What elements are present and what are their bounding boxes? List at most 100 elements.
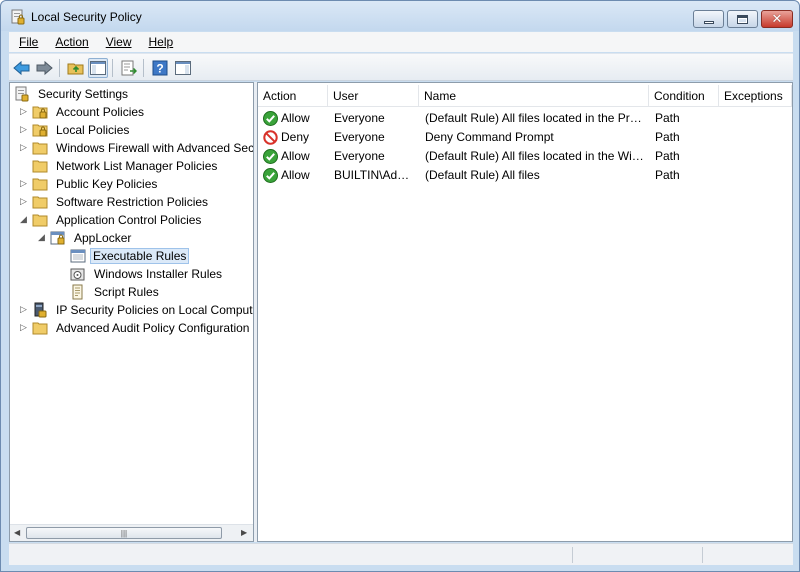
tree-item-account-policies[interactable]: ▷ Account Policies bbox=[20, 103, 148, 121]
tree-root-security-settings[interactable]: Security Settings bbox=[14, 85, 132, 103]
scroll-right-arrow-icon[interactable]: ▶ bbox=[241, 528, 249, 538]
folder-icon bbox=[32, 322, 48, 335]
column-header-name[interactable]: Name bbox=[419, 85, 649, 107]
cell-user: Everyone bbox=[334, 111, 385, 125]
allow-check-icon bbox=[263, 149, 278, 164]
cell-action: Allow bbox=[281, 149, 310, 163]
back-button[interactable] bbox=[12, 58, 32, 78]
title-bar[interactable]: Local Security Policy ✕ bbox=[1, 1, 799, 31]
tree-item-network-list-manager[interactable]: Network List Manager Policies bbox=[20, 157, 221, 175]
tree-item-public-key-policies[interactable]: ▷ Public Key Policies bbox=[20, 175, 161, 193]
cell-name: Deny Command Prompt bbox=[425, 130, 554, 144]
allow-check-icon bbox=[263, 111, 278, 126]
maximize-button[interactable] bbox=[727, 10, 758, 28]
cell-action: Deny bbox=[281, 130, 310, 144]
menu-file-label: File bbox=[19, 35, 39, 49]
menu-help-label: Help bbox=[148, 35, 174, 49]
cell-name: (Default Rule) All files bbox=[425, 168, 540, 182]
forward-button[interactable] bbox=[34, 58, 54, 78]
up-one-level-button[interactable] bbox=[66, 58, 86, 78]
show-hide-action-pane-button[interactable] bbox=[173, 58, 193, 78]
menu-file[interactable]: File bbox=[9, 35, 45, 49]
scroll-left-arrow-icon[interactable]: ◀ bbox=[14, 528, 22, 538]
column-header-user[interactable]: User bbox=[328, 85, 419, 107]
scrollbar-grip: ||| bbox=[120, 528, 128, 538]
cell-name: (Default Rule) All files located in the … bbox=[425, 149, 646, 163]
cell-name: (Default Rule) All files located in the … bbox=[425, 111, 646, 125]
script-icon bbox=[72, 284, 83, 300]
menu-action-label: Action bbox=[55, 35, 89, 49]
table-row[interactable]: Deny Everyone Deny Command Prompt Path bbox=[258, 128, 792, 147]
collapse-arrow-icon[interactable]: ◢ bbox=[38, 233, 47, 242]
up-folder-icon bbox=[67, 63, 84, 75]
locked-folder-icon bbox=[32, 106, 48, 119]
deny-icon bbox=[263, 130, 278, 145]
cell-condition: Path bbox=[655, 168, 680, 182]
maximize-icon bbox=[737, 14, 748, 24]
cell-condition: Path bbox=[655, 149, 680, 163]
expand-arrow-icon[interactable]: ▷ bbox=[20, 143, 29, 152]
help-button[interactable]: ? bbox=[150, 58, 170, 78]
tree-item-local-policies[interactable]: ▷ Local Policies bbox=[20, 121, 133, 139]
close-button[interactable]: ✕ bbox=[761, 10, 793, 28]
minimize-button[interactable] bbox=[693, 10, 724, 28]
cell-condition: Path bbox=[655, 111, 680, 125]
menu-help[interactable]: Help bbox=[139, 35, 181, 49]
tree-item-label: Software Restriction Policies bbox=[56, 195, 209, 209]
svg-text:?: ? bbox=[156, 62, 163, 76]
expand-arrow-icon[interactable]: ▷ bbox=[20, 107, 29, 116]
security-policy-icon bbox=[11, 9, 25, 25]
toolbar: ? bbox=[9, 53, 793, 81]
close-icon: ✕ bbox=[771, 11, 783, 26]
tree-item-application-control-policies[interactable]: ◢ Application Control Policies bbox=[20, 211, 205, 229]
tree-item-windows-firewall[interactable]: ▷ Windows Firewall with Advanced Securit… bbox=[20, 139, 253, 157]
cell-exceptions bbox=[725, 128, 790, 147]
expand-arrow-icon[interactable]: ▷ bbox=[20, 197, 29, 206]
cell-exceptions bbox=[725, 109, 790, 128]
tree-item-label: Account Policies bbox=[56, 105, 145, 119]
cell-user: Everyone bbox=[334, 130, 385, 144]
toolbar-separator bbox=[59, 59, 60, 77]
app-window: Local Security Policy ✕ File Action View… bbox=[0, 0, 800, 572]
export-list-button[interactable] bbox=[119, 58, 139, 78]
status-bar bbox=[9, 543, 793, 565]
toolbar-separator bbox=[143, 59, 144, 77]
cell-exceptions bbox=[725, 166, 790, 185]
tree-item-executable-rules[interactable]: Executable Rules bbox=[70, 247, 190, 265]
tree-item-ip-security-policies[interactable]: ▷ IP Security Policies on Local Computer bbox=[20, 301, 253, 319]
show-action-pane-icon bbox=[175, 61, 191, 75]
table-row[interactable]: Allow BUILTIN\Administrators (Default Ru… bbox=[258, 166, 792, 185]
window-title: Local Security Policy bbox=[31, 10, 142, 24]
expand-arrow-icon[interactable]: ▷ bbox=[20, 305, 29, 314]
scrollbar-thumb[interactable]: ||| bbox=[26, 527, 222, 539]
tree-item-windows-installer-rules[interactable]: Windows Installer Rules bbox=[70, 265, 226, 283]
table-row[interactable]: Allow Everyone (Default Rule) All files … bbox=[258, 147, 792, 166]
expand-arrow-icon[interactable]: ▷ bbox=[20, 179, 29, 188]
tree-item-software-restriction-policies[interactable]: ▷ Software Restriction Policies bbox=[20, 193, 212, 211]
ip-security-icon bbox=[34, 302, 47, 318]
expand-arrow-icon[interactable]: ▷ bbox=[20, 125, 29, 134]
security-settings-icon bbox=[15, 86, 29, 102]
tree-horizontal-scrollbar[interactable]: ◀ ||| ▶ bbox=[10, 524, 253, 541]
rules-list-pane: Action User Name Condition Exceptions Al… bbox=[257, 82, 793, 542]
table-row[interactable]: Allow Everyone (Default Rule) All files … bbox=[258, 109, 792, 128]
tree-item-advanced-audit-policy[interactable]: ▷ Advanced Audit Policy Configuration bbox=[20, 319, 253, 337]
column-header-exceptions[interactable]: Exceptions bbox=[719, 85, 792, 107]
menu-view[interactable]: View bbox=[96, 35, 139, 49]
tree-item-applocker[interactable]: ◢ AppLocker bbox=[38, 229, 135, 247]
help-icon: ? bbox=[152, 60, 168, 76]
expand-arrow-icon[interactable]: ▷ bbox=[20, 323, 29, 332]
tree-root-label: Security Settings bbox=[38, 87, 129, 101]
executable-rules-icon bbox=[70, 249, 86, 263]
column-header-condition[interactable]: Condition bbox=[649, 85, 719, 107]
tree-item-script-rules[interactable]: Script Rules bbox=[70, 283, 163, 301]
tree-item-label: Script Rules bbox=[94, 285, 159, 299]
tree-item-label: Windows Firewall with Advanced Security bbox=[56, 141, 253, 155]
column-header-action[interactable]: Action bbox=[258, 85, 328, 107]
status-segment bbox=[572, 547, 702, 563]
cell-action: Allow bbox=[281, 168, 310, 182]
menu-action[interactable]: Action bbox=[45, 35, 95, 49]
collapse-arrow-icon[interactable]: ◢ bbox=[20, 215, 29, 224]
cell-condition: Path bbox=[655, 130, 680, 144]
show-hide-console-tree-button[interactable] bbox=[88, 58, 108, 78]
